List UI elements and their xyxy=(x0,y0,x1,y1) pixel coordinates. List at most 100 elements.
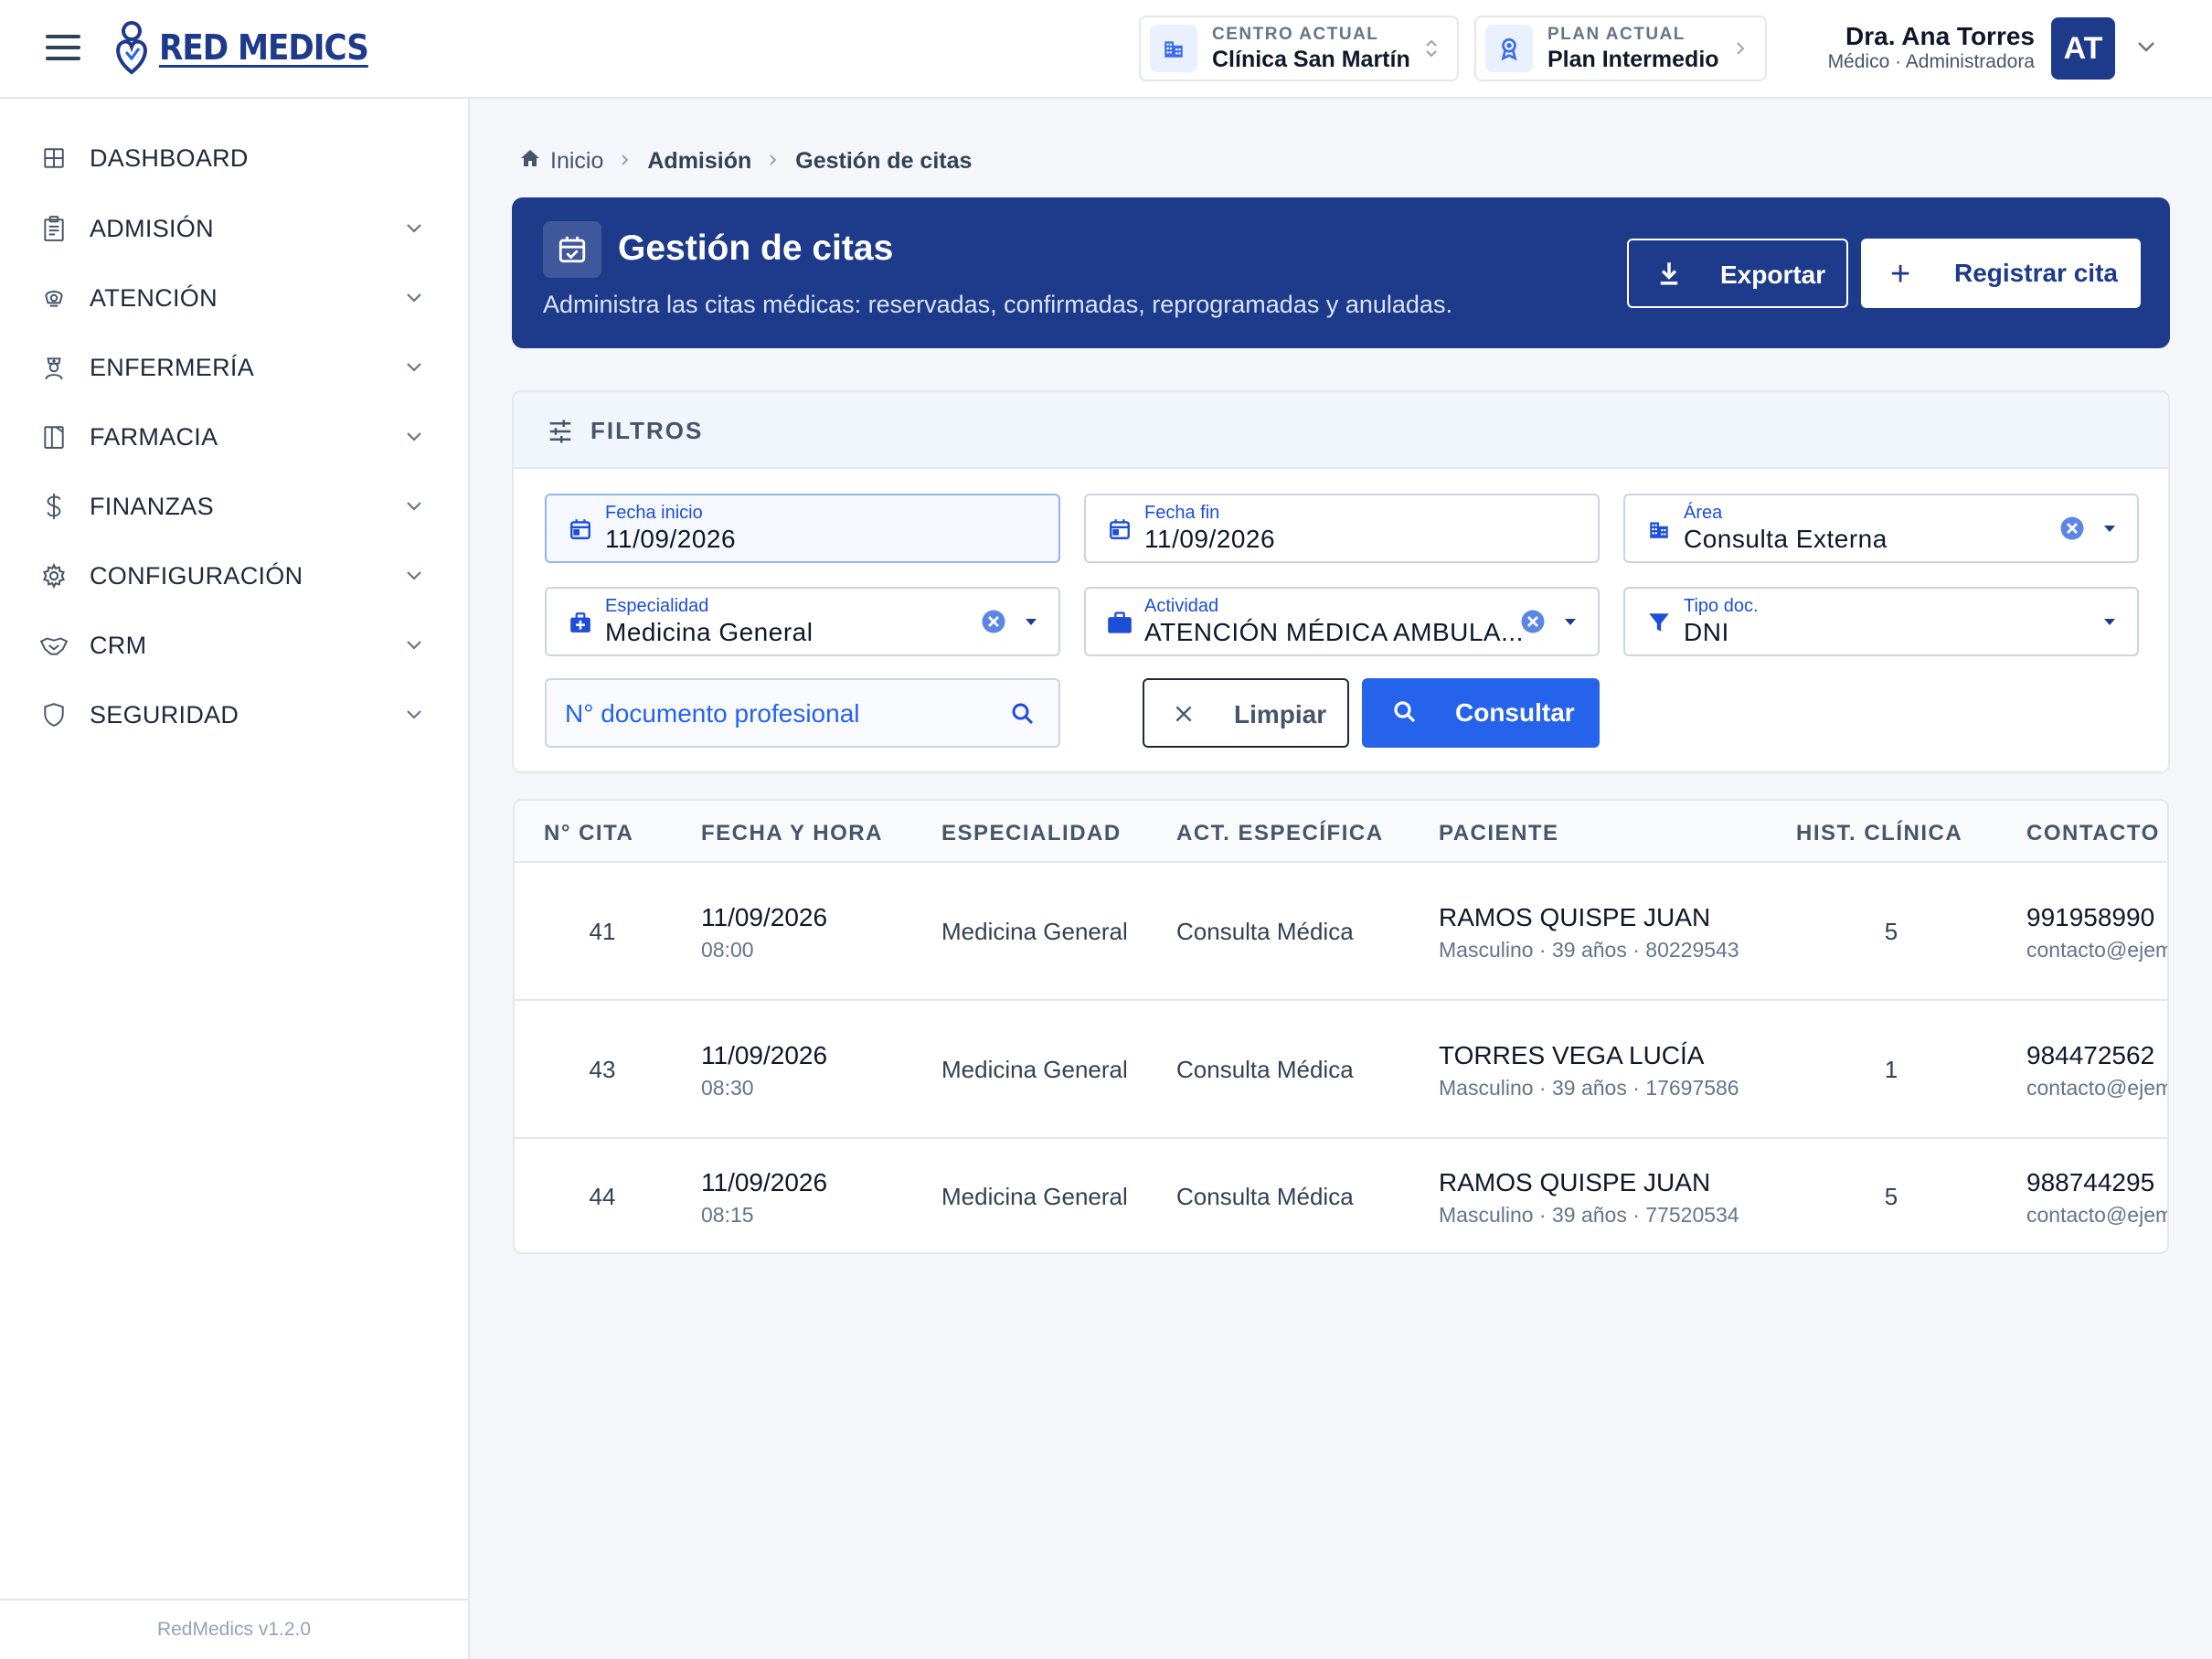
chevron-down-icon xyxy=(404,706,424,728)
table-row[interactable]: 41 11/09/2026 08:00 Medicina General Con… xyxy=(515,863,2167,1001)
user-menu[interactable]: Dra. Ana Torres Médico · Administradora … xyxy=(1792,0,2212,99)
sidebar-item-finanzas[interactable]: FINANZAS xyxy=(0,479,468,534)
specialty-cell: Medicina General xyxy=(941,918,1128,945)
breadcrumb-section[interactable]: Admisión xyxy=(647,148,751,175)
chevron-down-icon xyxy=(404,358,424,381)
appointment-time: 08:00 xyxy=(701,938,754,962)
home-icon[interactable] xyxy=(519,148,541,175)
search-icon[interactable] xyxy=(1009,700,1037,732)
sidebar-item-configuracion[interactable]: CONFIGURACIÓN xyxy=(0,548,468,603)
appointment-number: 44 xyxy=(589,1183,616,1210)
chevron-down-icon xyxy=(404,289,424,312)
contact-phone: 991958990 xyxy=(2026,903,2155,931)
avatar[interactable]: AT xyxy=(2051,17,2115,80)
sidebar-item-enfermeria[interactable]: ENFERMERÍA xyxy=(0,340,468,395)
chevron-down-icon[interactable] xyxy=(2135,33,2157,65)
patient-info: Masculino · 39 años · 17697586 xyxy=(1439,1076,1739,1100)
shield-icon xyxy=(40,701,68,728)
appointment-date: 11/09/2026 xyxy=(701,903,828,931)
contact-email: contacto@ejem xyxy=(2026,1076,2169,1100)
patient-name: TORRES VEGA LUCÍA xyxy=(1439,1041,1705,1069)
activity-select[interactable]: Actividad ATENCIÓN MÉDICA AMBULA... xyxy=(1084,587,1600,656)
export-button[interactable]: Exportar xyxy=(1627,239,1848,308)
sidebar-item-label: ADMISIÓN xyxy=(90,214,214,242)
caret-down-icon[interactable] xyxy=(2102,523,2117,539)
breadcrumb: Inicio Admisión Gestión de citas xyxy=(519,148,972,175)
calendar-icon xyxy=(567,516,594,543)
table-row[interactable]: 44 11/09/2026 08:15 Medicina General Con… xyxy=(515,1139,2167,1252)
activity-cell: Consulta Médica xyxy=(1176,1056,1354,1083)
chevron-down-icon xyxy=(404,567,424,590)
clinical-history-cell: 1 xyxy=(1884,1056,1898,1083)
start-date-value: 11/09/2026 xyxy=(605,525,737,553)
activity-label: Actividad xyxy=(1144,596,1219,616)
clear-button[interactable]: Limpiar xyxy=(1143,678,1349,748)
badge-icon xyxy=(1485,25,1533,72)
sidebar-item-atencion[interactable]: ATENCIÓN xyxy=(0,271,468,325)
col-header-datetime[interactable]: FECHA Y HORA xyxy=(701,821,883,846)
register-label: Registrar cita xyxy=(1954,259,2118,287)
col-header-patient[interactable]: PACIENTE xyxy=(1439,821,1559,846)
col-header-specialty[interactable]: ESPECIALIDAD xyxy=(941,821,1122,846)
doc-number-input[interactable] xyxy=(565,697,1004,731)
briefcase-icon xyxy=(1106,609,1133,636)
doc-number-field[interactable] xyxy=(545,678,1060,748)
chevron-right-icon xyxy=(1734,37,1747,66)
caret-down-icon[interactable] xyxy=(1024,616,1038,633)
area-select[interactable]: Área Consulta Externa xyxy=(1623,494,2139,563)
building-icon xyxy=(1150,25,1197,72)
query-button[interactable]: Consultar xyxy=(1362,678,1600,748)
sidebar-item-dashboard[interactable]: DASHBOARD xyxy=(0,131,468,186)
menu-icon[interactable] xyxy=(46,35,80,62)
sidebar-item-farmacia[interactable]: FARMACIA xyxy=(0,409,468,464)
appointment-time: 08:15 xyxy=(701,1203,754,1227)
filter-icon xyxy=(1645,609,1673,636)
start-date-field[interactable]: Fecha inicio 11/09/2026 xyxy=(545,494,1060,563)
activity-cell: Consulta Médica xyxy=(1176,1183,1354,1210)
col-header-num[interactable]: N° CITA xyxy=(544,821,633,846)
center-selector[interactable]: CENTRO ACTUAL Clínica San Martín xyxy=(1139,16,1459,81)
contact-email: contacto@ejem xyxy=(2026,938,2169,962)
sidebar-item-label: FINANZAS xyxy=(90,492,214,520)
sidebar-item-label: ENFERMERÍA xyxy=(90,353,255,381)
table-header: N° CITA FECHA Y HORA ESPECIALIDAD ACT. E… xyxy=(515,801,2167,863)
col-header-activity[interactable]: ACT. ESPECÍFICA xyxy=(1176,821,1384,846)
brand-name: RED MEDICS xyxy=(159,27,369,68)
patient-name: RAMOS QUISPE JUAN xyxy=(1439,1168,1711,1196)
specialty-select[interactable]: Especialidad Medicina General xyxy=(545,587,1060,656)
caret-down-icon[interactable] xyxy=(2102,616,2117,633)
appointment-number: 41 xyxy=(589,918,616,945)
clear-icon[interactable] xyxy=(2058,515,2086,547)
search-icon xyxy=(1391,698,1419,728)
breadcrumb-current: Gestión de citas xyxy=(795,148,973,174)
sidebar-item-seguridad[interactable]: SEGURIDAD xyxy=(0,687,468,742)
handshake-icon xyxy=(40,632,68,659)
sidebar: DASHBOARD ADMISIÓN ATENCIÓN ENFERMERÍA F… xyxy=(0,99,470,1659)
col-header-contact[interactable]: CONTACTO xyxy=(2026,821,2160,846)
logo[interactable]: RED MEDICS xyxy=(112,18,369,77)
register-appointment-button[interactable]: + Registrar cita xyxy=(1861,239,2141,308)
col-header-history[interactable]: HIST. CLÍNICA xyxy=(1796,821,1962,846)
top-bar: RED MEDICS CENTRO ACTUAL Clínica San Mar… xyxy=(0,0,2212,99)
plan-label: PLAN ACTUAL xyxy=(1547,24,1686,44)
breadcrumb-home[interactable]: Inicio xyxy=(550,148,603,175)
appointment-datetime: 11/09/2026 08:30 xyxy=(701,1041,827,1101)
chevron-down-icon xyxy=(404,636,424,659)
clear-icon[interactable] xyxy=(980,608,1007,640)
version-label: RedMedics v1.2.0 xyxy=(0,1599,468,1659)
specialty-cell: Medicina General xyxy=(941,1056,1128,1083)
medical-bag-icon xyxy=(567,609,594,636)
dashboard-icon xyxy=(40,144,68,172)
caret-down-icon[interactable] xyxy=(1563,616,1578,633)
end-date-field[interactable]: Fecha fin 11/09/2026 xyxy=(1084,494,1600,563)
calendar-icon xyxy=(1106,516,1133,543)
patient-cell: RAMOS QUISPE JUAN Masculino · 39 años · … xyxy=(1439,903,1739,962)
sidebar-item-crm[interactable]: CRM xyxy=(0,618,468,673)
table-row[interactable]: 43 11/09/2026 08:30 Medicina General Con… xyxy=(515,1001,2167,1139)
sidebar-item-admision[interactable]: ADMISIÓN xyxy=(0,201,468,256)
user-name: Dra. Ana Torres xyxy=(1845,22,2035,50)
plan-selector[interactable]: PLAN ACTUAL Plan Intermedio xyxy=(1474,16,1767,81)
clear-label: Limpiar xyxy=(1234,700,1327,728)
clear-icon[interactable] xyxy=(1519,608,1547,640)
doc-type-select[interactable]: Tipo doc. DNI xyxy=(1623,587,2139,656)
